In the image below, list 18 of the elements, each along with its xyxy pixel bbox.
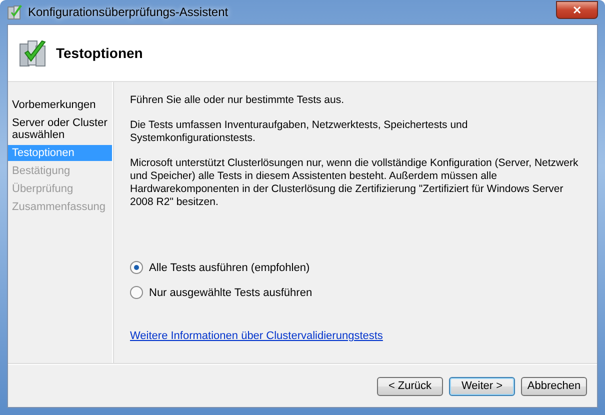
wizard-button[interactable]: Abbrechen	[521, 376, 587, 396]
wizard-button[interactable]: < Zurück	[377, 376, 443, 396]
description-text: Microsoft unterstützt Clusterlösungen nur, wenn die vollständige Konfiguration (Server, Netzwerk und Speicher) alle Tests in diesem Assistenten besteht. Außerdem müssen alle Hardwarekomponenten in der Clusterlösung die Zertifizierung "Zertifiziert für Windows Server 2008 R2" besitzen.	[130, 157, 580, 209]
description-text: Die Tests umfassen Inventuraufgaben, Netzwerktests, Speichertests und Systemkonfigurationstests.	[130, 119, 469, 145]
close-button[interactable]: ✕	[556, 1, 598, 19]
wizard-button[interactable]: Weiter >	[449, 376, 515, 396]
step-item[interactable]: Server oder Cluster auswählen	[8, 115, 112, 143]
option-label[interactable]: Alle Tests ausführen (empfohlen)	[149, 262, 310, 274]
radio-button[interactable]	[130, 261, 143, 274]
page-title: Testoptionen	[56, 45, 143, 61]
option-label[interactable]: Nur ausgewählte Tests ausführen	[149, 286, 312, 298]
server-check-icon	[18, 38, 48, 68]
info-link[interactable]: Weitere Informationen über Clustervalidierungstests	[130, 330, 581, 342]
window-title: Konfigurationsüberprüfungs-Assistent	[28, 5, 230, 19]
description-text: Führen Sie alle oder nur bestimmte Tests aus.	[130, 94, 345, 107]
radio-button[interactable]	[130, 286, 143, 299]
step-item[interactable]: Vorbemerkungen	[8, 97, 112, 113]
server-check-icon	[7, 4, 23, 20]
